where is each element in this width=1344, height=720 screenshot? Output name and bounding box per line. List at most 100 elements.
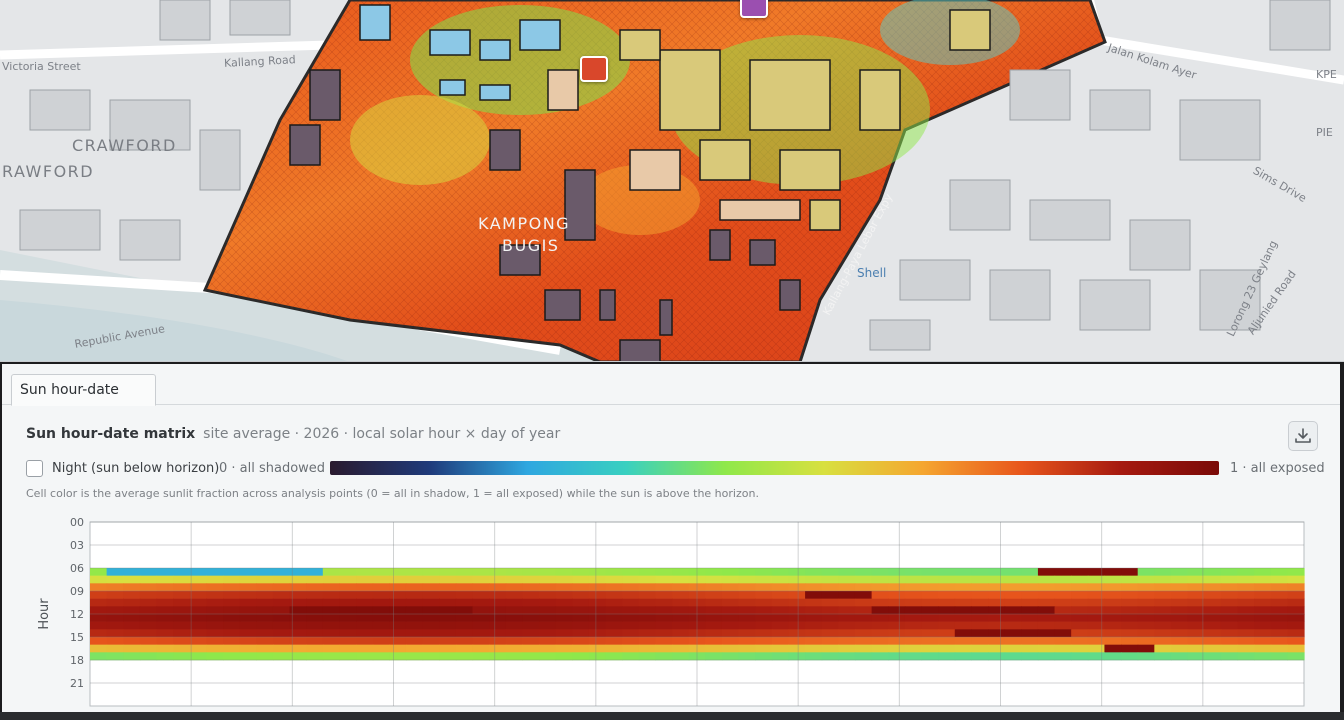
heatmap-cell (272, 591, 291, 599)
heatmap-cell (705, 637, 723, 645)
heatmap-cell (1254, 637, 1272, 645)
heatmap-cell (1254, 598, 1272, 607)
heatmap-cell (1154, 598, 1172, 607)
heatmap-cell (1071, 583, 1089, 592)
heatmap-cell (455, 583, 474, 592)
heatmap-cell (356, 652, 374, 661)
heatmap-cell (522, 575, 540, 584)
heatmap-cell (655, 652, 673, 661)
heatmap-cell (755, 621, 773, 630)
heatmap-cell (1154, 568, 1172, 576)
heatmap-cell (1154, 621, 1172, 630)
heatmap-cell (539, 568, 557, 576)
heatmap-cell (139, 598, 158, 607)
heatmap-cell (655, 575, 673, 584)
heatmap-cell (106, 621, 124, 630)
heatmap-cell (605, 652, 623, 661)
heatmap-cell (655, 568, 673, 576)
heatmap-cell (755, 644, 773, 653)
road-label: KPE (1316, 68, 1337, 81)
heatmap-cell (755, 591, 773, 599)
heatmap-cell (705, 614, 723, 622)
poi-label[interactable]: Shell (857, 266, 886, 280)
heatmap-cell (1121, 591, 1139, 599)
heatmap-cell (904, 621, 923, 630)
heatmap-cell (588, 652, 607, 661)
heatmap-cell (788, 629, 806, 638)
heatmap-cell (1220, 583, 1239, 592)
heatmap-cell (472, 614, 490, 622)
heatmap-cell (156, 598, 174, 607)
heatmap-cell (439, 598, 457, 607)
heatmap-cell (638, 583, 657, 592)
heatmap-cell (455, 637, 474, 645)
heatmap-cell (90, 575, 108, 584)
heatmap-cell (788, 606, 806, 615)
heatmap-cell (522, 637, 540, 645)
heatmap-cell (372, 637, 390, 645)
heatmap-cell (173, 591, 191, 599)
tab-strip: Sun hour-date (2, 364, 1340, 406)
heatmap-cell (90, 637, 108, 645)
heatmap-cell (555, 568, 573, 576)
heatmap-cell (405, 568, 424, 576)
heatmap-cell (123, 583, 141, 592)
heatmap-cell (223, 614, 241, 622)
heatmap-cell (356, 621, 374, 630)
heatmap-cell (272, 575, 291, 584)
map-marker[interactable] (580, 56, 608, 82)
heatmap-cell (206, 614, 224, 622)
heatmap-cell (638, 606, 657, 615)
heatmap-cell (738, 652, 756, 661)
heatmap-cell (272, 606, 291, 615)
heatmap-cell (106, 583, 124, 592)
night-checkbox[interactable] (26, 460, 43, 477)
heatmap-cell (272, 644, 291, 653)
tab-sun-hour-date[interactable]: Sun hour-date (11, 374, 156, 406)
heatmap-cell (705, 629, 723, 638)
heatmap-cell (921, 591, 939, 599)
heatmap-cell (838, 575, 856, 584)
heatmap-cell (805, 629, 823, 638)
heatmap-cell (622, 629, 640, 638)
heatmap-cell (921, 621, 939, 630)
heatmap-cell (904, 637, 923, 645)
heatmap-cell (888, 614, 906, 622)
road-label: Victoria Street (2, 60, 81, 73)
heatmap-cell (372, 621, 390, 630)
heatmap-cell (256, 591, 274, 599)
heatmap-cell (306, 637, 324, 645)
heatmap-cell (938, 629, 956, 638)
heatmap-cell (339, 652, 357, 661)
heatmap-cell (489, 621, 507, 630)
download-button[interactable] (1288, 421, 1318, 451)
heatmap-cell (588, 568, 607, 576)
heatmap-cell (1071, 568, 1089, 576)
heatmap-cell (422, 598, 440, 607)
map-marker[interactable] (740, 0, 768, 18)
heatmap-cell (1104, 614, 1122, 622)
heatmap-cell (223, 629, 241, 638)
chart-note: Cell color is the average sunlit fractio… (26, 487, 759, 500)
heatmap-cell (1154, 614, 1172, 622)
heatmap-cell (256, 606, 274, 615)
map-view[interactable]: CRAWFORD RAWFORD KAMPONG BUGIS Kallang R… (0, 0, 1344, 362)
heatmap-cell (788, 652, 806, 661)
y-tick-label: 06 (70, 562, 84, 575)
heatmap-cell (838, 568, 856, 576)
heatmap-cell (555, 606, 573, 615)
heatmap-cell (771, 644, 790, 653)
heatmap-cell (805, 644, 823, 653)
heatmap-cell (871, 583, 889, 592)
heatmap-cell (888, 591, 906, 599)
heatmap-cell (539, 621, 557, 630)
heatmap-cell (1121, 598, 1139, 607)
heatmap-cell (971, 591, 989, 599)
night-checkbox-label[interactable]: Night (sun below horizon) (52, 461, 219, 476)
heatmap-cell (988, 637, 1006, 645)
heatmap-cell (771, 583, 790, 592)
heatmap-cell (622, 598, 640, 607)
heatmap-cell (505, 644, 523, 653)
heatmap-cell (971, 629, 989, 638)
heatmap-cell (938, 575, 956, 584)
